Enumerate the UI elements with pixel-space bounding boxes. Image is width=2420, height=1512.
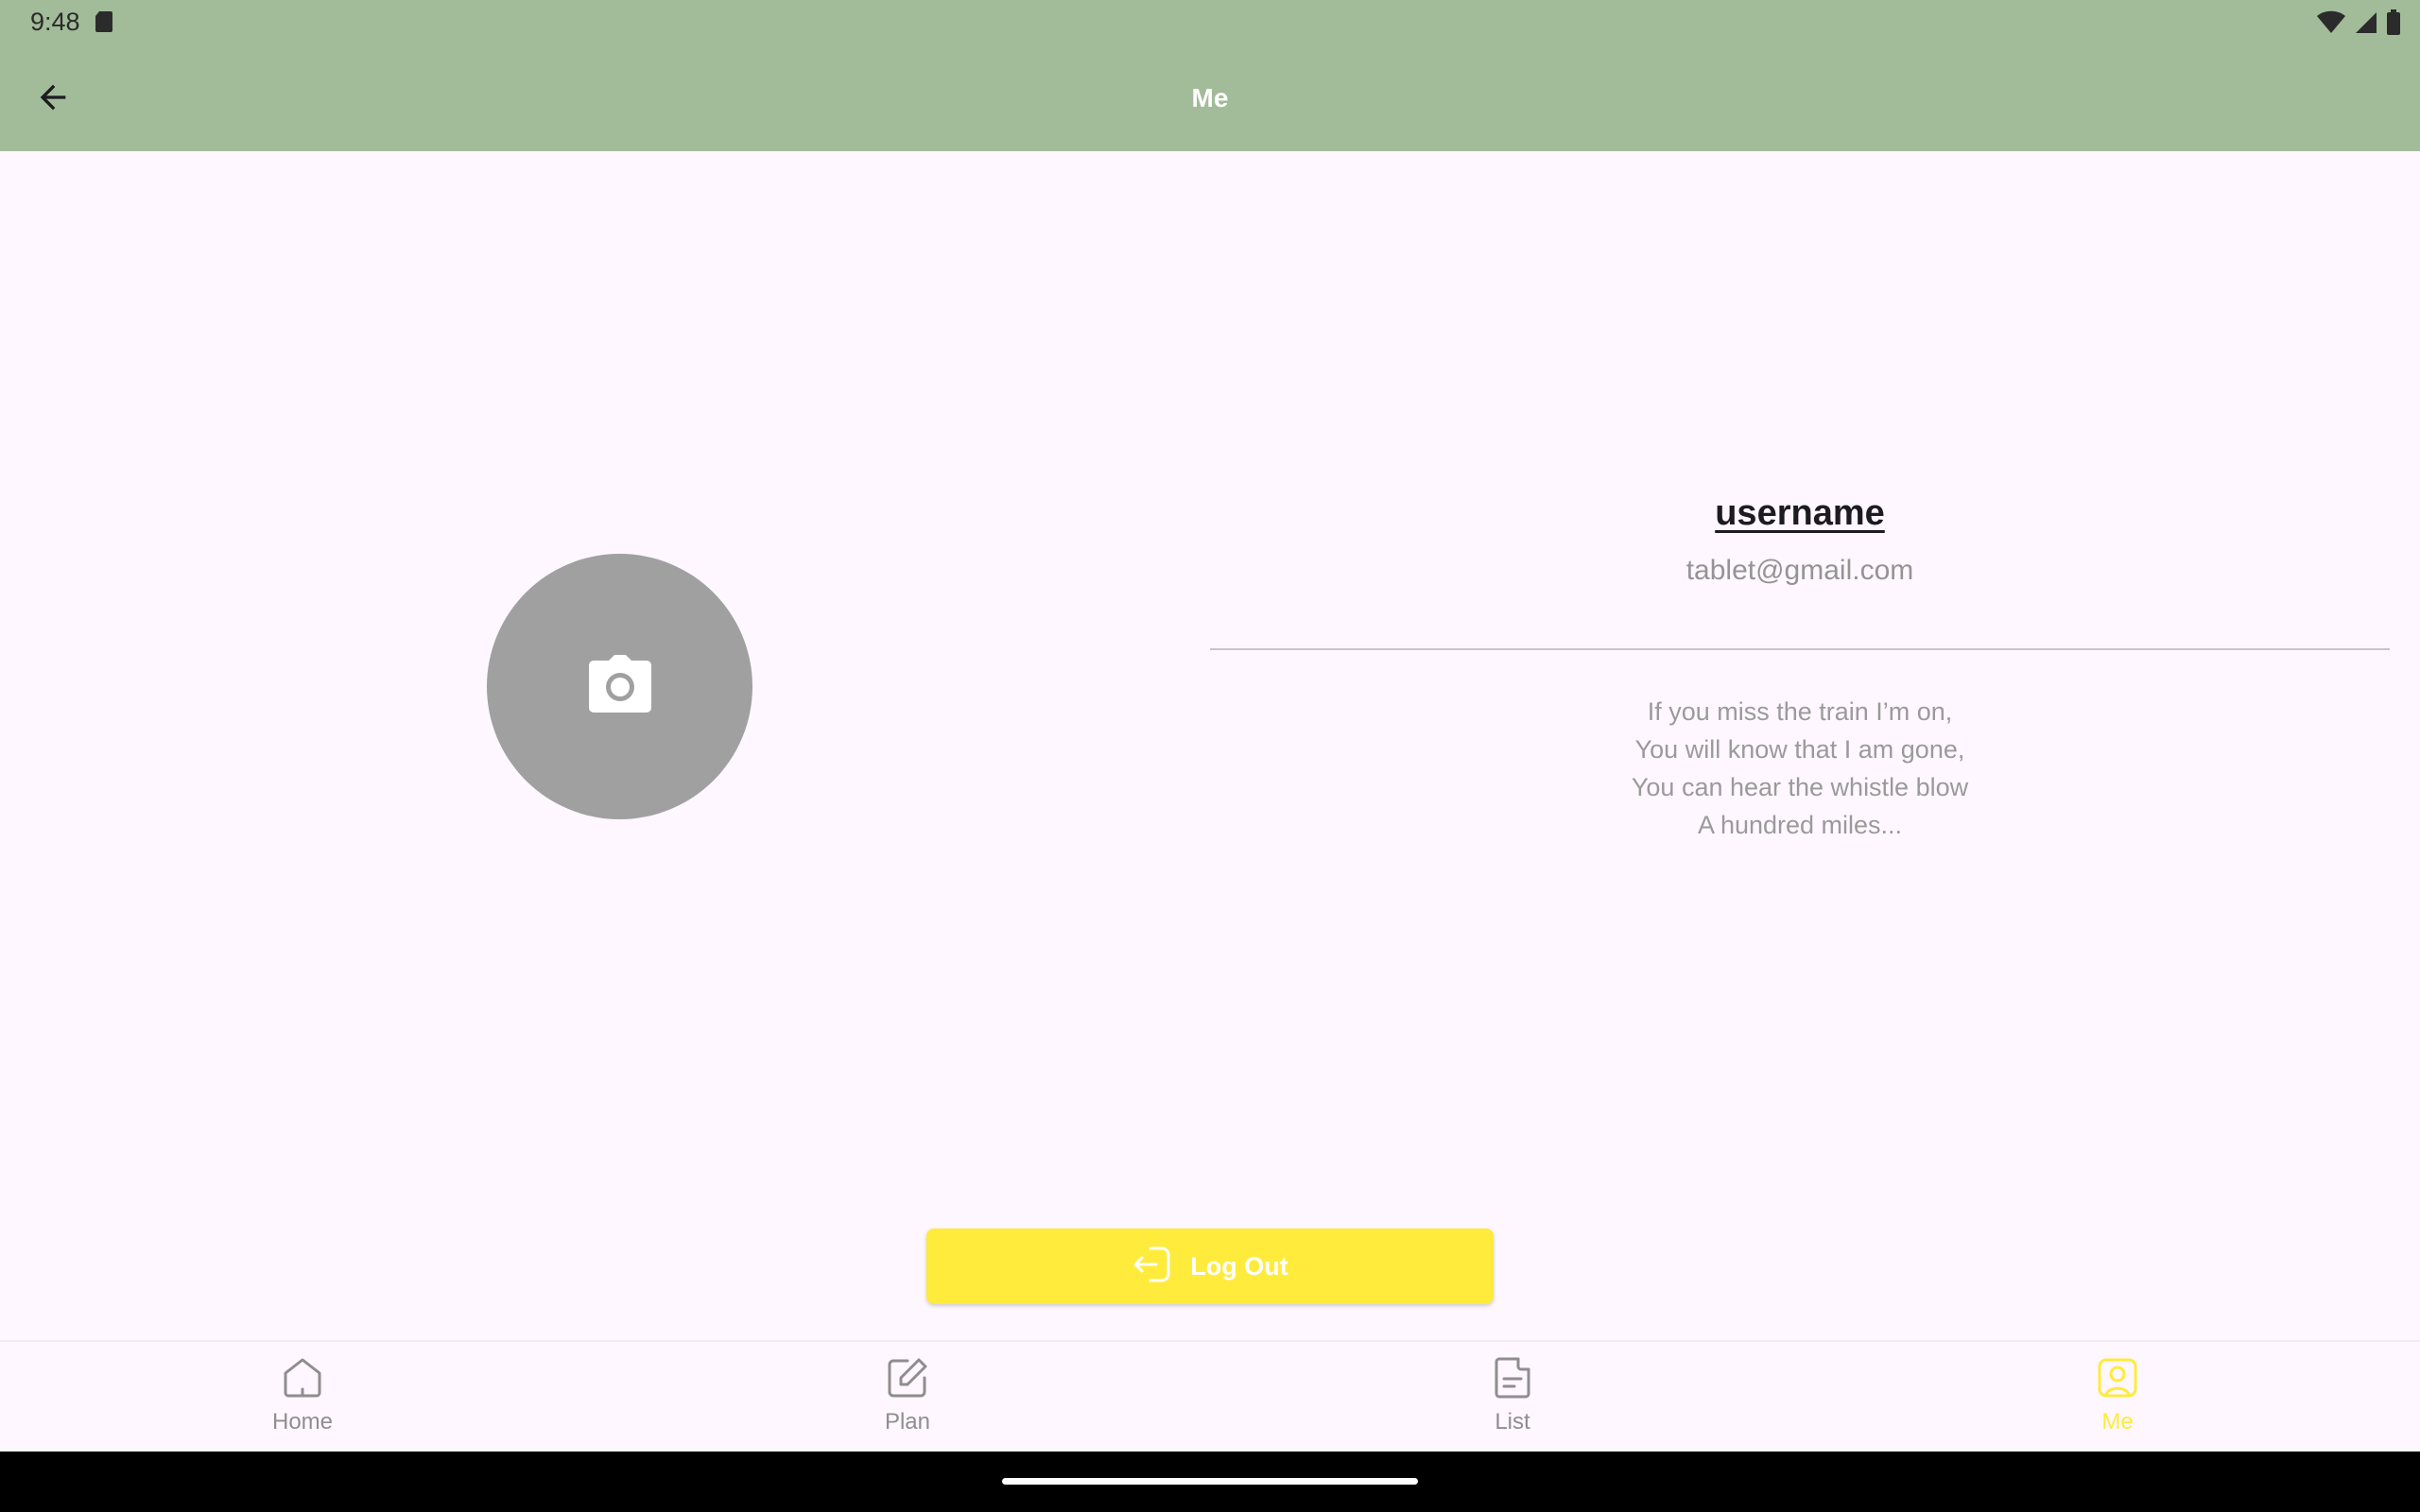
username-link[interactable]: username <box>1715 493 1885 534</box>
status-bar: 9:48 <box>0 0 2420 44</box>
nav-label-home: Home <box>271 1409 334 1435</box>
nav-label-list: List <box>1495 1409 1530 1435</box>
bio-text: If you miss the train I’m on, You will k… <box>1631 697 1969 839</box>
home-icon <box>280 1355 325 1405</box>
back-button[interactable] <box>19 71 87 128</box>
document-icon <box>1490 1355 1535 1405</box>
logout-icon <box>1132 1244 1173 1290</box>
app-bar: Me <box>0 44 2420 151</box>
nav-item-plan[interactable]: Plan <box>605 1342 1210 1452</box>
logout-button[interactable]: Log Out <box>926 1228 1494 1304</box>
bottom-navigation: Home Plan List Me <box>0 1340 2420 1452</box>
arrow-back-icon <box>34 78 72 121</box>
logout-label: Log Out <box>1190 1251 1288 1280</box>
nav-item-home[interactable]: Home <box>0 1342 605 1452</box>
nav-item-list[interactable]: List <box>1210 1342 1815 1452</box>
nav-label-me: Me <box>2101 1409 2134 1435</box>
gesture-navigation-area <box>0 1452 2420 1512</box>
nav-label-plan: Plan <box>884 1409 931 1435</box>
status-time: 9:48 <box>30 8 80 36</box>
gesture-handle[interactable] <box>1002 1478 1418 1485</box>
user-icon <box>2095 1355 2140 1405</box>
page-title: Me <box>1191 82 1229 112</box>
edit-icon <box>885 1355 930 1405</box>
profile-info: username tablet@gmail.com If you miss th… <box>1210 472 2390 839</box>
email-text: tablet@gmail.com <box>1685 555 1914 586</box>
camera-icon <box>586 653 654 720</box>
wifi-icon <box>2316 10 2346 40</box>
divider <box>1210 648 2390 650</box>
avatar-picker[interactable] <box>487 554 752 819</box>
status-icons <box>2316 9 2401 41</box>
battery-icon <box>2386 9 2401 41</box>
nav-item-me[interactable]: Me <box>1815 1342 2420 1452</box>
signal-icon <box>2354 10 2378 40</box>
sd-card-icon <box>95 10 113 33</box>
